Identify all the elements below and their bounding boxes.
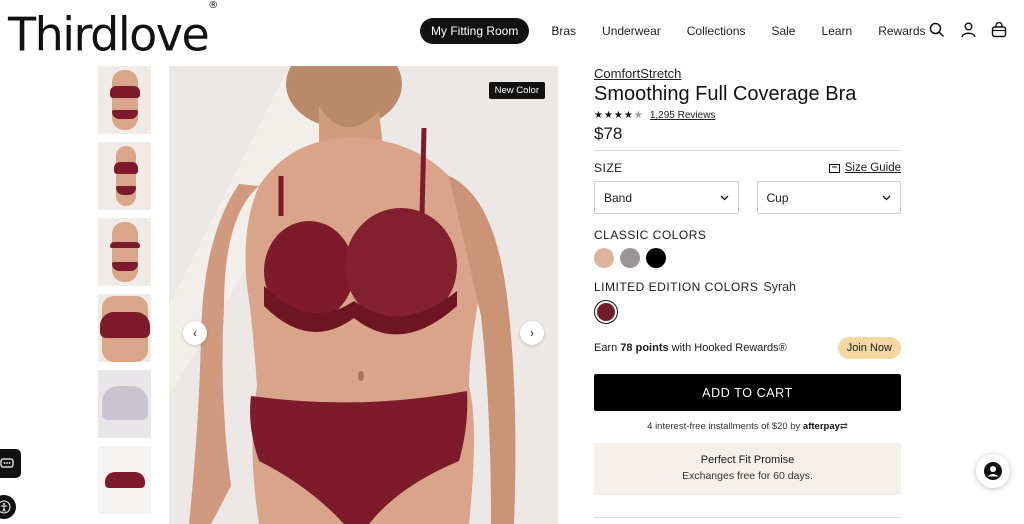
divider <box>594 150 901 151</box>
ruler-icon <box>828 163 840 173</box>
classic-swatches <box>594 248 901 268</box>
join-now-button[interactable]: Join Now <box>837 337 901 359</box>
afterpay-arrows-icon: ⇄ <box>839 421 848 432</box>
product-title: Smoothing Full Coverage Bra <box>594 83 857 105</box>
account-icon[interactable] <box>959 20 977 40</box>
cup-select[interactable]: Cup <box>756 181 901 214</box>
accessibility-button[interactable] <box>0 495 16 519</box>
product-info: ComfortStretch Smoothing Full Coverage B… <box>594 66 901 495</box>
chevron-down-icon <box>720 195 728 200</box>
subbrand-link[interactable]: ComfortStretch <box>594 66 901 81</box>
nav-item-bras[interactable]: Bras <box>551 18 576 44</box>
swatch-gray[interactable] <box>620 248 640 268</box>
chevron-right-icon: › <box>530 326 534 340</box>
thirdlove-logo[interactable]: Thirdlove® <box>8 0 218 62</box>
selected-color-name: Syrah <box>763 280 797 294</box>
band-select[interactable]: Band <box>594 181 739 214</box>
chat-icon <box>0 457 14 468</box>
rewards-text: Earn 78 points with Hooked Rewards® <box>594 342 787 354</box>
nav-item-learn[interactable]: Learn <box>821 18 852 44</box>
size-guide-link[interactable]: Size Guide <box>828 162 901 174</box>
star-rating: ★★★★★ <box>594 110 644 121</box>
nav-item-rewards[interactable]: Rewards <box>878 18 925 44</box>
classic-colors-label: CLASSIC COLORS <box>594 228 707 242</box>
afterpay-info: 4 interest-free installments of $20 by a… <box>594 421 901 432</box>
product-main-image[interactable]: New Color ‹ › <box>169 66 558 524</box>
thumbnail-detail[interactable] <box>98 370 151 438</box>
limited-colors-row: LIMITED EDITION COLORS Syrah <box>594 280 901 294</box>
help-chat-button[interactable] <box>976 454 1010 488</box>
afterpay-logo[interactable]: afterpay <box>803 421 840 432</box>
limited-colors-label: LIMITED EDITION COLORS <box>594 280 759 294</box>
thumbnail-front[interactable] <box>98 66 151 134</box>
product-price: $78 <box>594 124 623 143</box>
nav-item-collections[interactable]: Collections <box>687 18 746 44</box>
rating-row: ★★★★★ 1,295 Reviews <box>594 110 901 121</box>
fit-promise-box: Perfect Fit Promise Exchanges free for 6… <box>594 443 901 495</box>
thumbnail-side[interactable] <box>98 142 151 210</box>
promise-title: Perfect Fit Promise <box>700 454 795 466</box>
logo-text: Thirdlove <box>8 7 210 62</box>
swatch-nude[interactable] <box>594 248 614 268</box>
size-selects: Band Cup <box>594 181 901 214</box>
rewards-row: Earn 78 points with Hooked Rewards® Join… <box>594 337 901 359</box>
promise-subtitle: Exchanges free for 60 days. <box>682 470 813 482</box>
reviews-link[interactable]: 1,295 Reviews <box>650 110 716 121</box>
chevron-left-icon: ‹ <box>193 326 197 340</box>
band-select-value: Band <box>604 190 633 205</box>
size-label: SIZE <box>594 161 623 175</box>
swatch-syrah[interactable] <box>594 300 618 324</box>
support-agent-icon <box>984 462 1002 480</box>
thumbnail-flatlay[interactable] <box>98 446 151 514</box>
new-color-badge: New Color <box>488 82 545 99</box>
size-row: SIZE Size Guide <box>594 161 901 175</box>
divider <box>594 517 901 518</box>
thumbnail-list <box>98 66 151 522</box>
add-to-cart-button[interactable]: ADD TO CART <box>594 374 901 411</box>
chevron-down-icon <box>882 195 891 200</box>
header-icons <box>928 20 1008 40</box>
nav-fitting-room[interactable]: My Fitting Room <box>420 18 530 44</box>
chat-button[interactable] <box>0 449 21 478</box>
afterpay-text: 4 interest-free installments of $20 by <box>647 421 801 432</box>
bag-icon[interactable] <box>990 20 1008 40</box>
thumbnail-closeup[interactable] <box>98 294 151 362</box>
accessibility-icon <box>0 500 11 514</box>
cup-select-value: Cup <box>766 190 789 205</box>
search-icon[interactable] <box>928 20 946 40</box>
thumbnail-back[interactable] <box>98 218 151 286</box>
prev-image-button[interactable]: ‹ <box>183 321 207 345</box>
next-image-button[interactable]: › <box>520 321 544 345</box>
main-nav: My Fitting Room Bras Underwear Collectio… <box>420 18 926 44</box>
model-illustration <box>169 66 516 524</box>
nav-item-underwear[interactable]: Underwear <box>602 18 661 44</box>
site-header: Thirdlove® My Fitting Room Bras Underwea… <box>0 0 1024 62</box>
nav-item-sale[interactable]: Sale <box>771 18 795 44</box>
swatch-black[interactable] <box>646 248 666 268</box>
logo-registered-mark: ® <box>208 0 219 11</box>
size-guide-label: Size Guide <box>844 162 901 174</box>
